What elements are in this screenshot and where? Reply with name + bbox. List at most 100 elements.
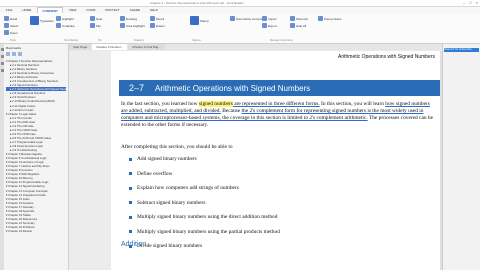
objectives-list: Add signed binary numbers Define overflow… [129, 156, 429, 258]
drawing-button[interactable]: Drawing [120, 16, 137, 21]
show-all-icon [290, 16, 295, 21]
bookmark-list: ▾ Chapter 2 Number Representations ▸ 2-1 … [6, 59, 66, 233]
ribbon-button-label: Export [268, 23, 277, 28]
ribbon-button-label: Note [96, 16, 103, 21]
hand-button[interactable]: Hand [4, 16, 17, 21]
bookmarks-panel: Bookmarks ▾ Chapter 2 Number Representat… [0, 44, 69, 270]
hide-all-button[interactable]: Hide All [290, 23, 306, 28]
bullet-square-icon [129, 186, 132, 190]
zoom-icon [4, 30, 9, 35]
objective-text: Subtract signed binary numbers [137, 199, 206, 206]
subsection-heading: Addition [121, 241, 147, 248]
objective-item: Multiply signed binary numbers using the… [129, 214, 429, 229]
export-button[interactable]: Export [262, 23, 277, 28]
ribbon-toolbar: Hand Select Zoom Typewriter Highlight Underli… [0, 13, 480, 44]
show-all-button[interactable]: Show All [290, 16, 308, 21]
objective-text: Add signed binary numbers [137, 156, 197, 162]
expand-icon[interactable] [6, 52, 10, 56]
objective-item: Explain how computers add strings of num… [129, 185, 429, 200]
pencil-button[interactable]: Pencil [150, 16, 164, 21]
section-header-band: 2–7 Arithmetic Operations with Signed Nu… [119, 80, 443, 96]
ribbon-button-label: Select [10, 23, 19, 28]
ribbon-group-label: Pin [98, 39, 102, 42]
paragraph-text: In the last section, you learned how [121, 101, 199, 107]
document-tab[interactable]: Start Page [69, 44, 92, 50]
title-bar: Chapter 2 - Number Representations and A… [0, 0, 480, 7]
document-viewport[interactable]: Arithmetic Operations with Signed Number… [69, 51, 443, 270]
objective-text: Explain how computers add strings of num… [137, 185, 239, 191]
help-hint: Press F1 for online help [444, 48, 479, 52]
bookmarks-toolbar [6, 52, 22, 56]
ribbon-group-label: Drawing [134, 39, 144, 42]
ribbon-button-label: Highlight [62, 16, 74, 21]
right-panel: Press F1 for online help [442, 44, 480, 270]
highlight-icon [56, 16, 61, 21]
objective-item: Add signed binary numbers [129, 156, 429, 171]
ribbon-button-label: Eraser [156, 23, 165, 28]
ribbon-button-label: Typewriter [40, 18, 54, 23]
pdf-page: Arithmetic Operations with Signed Number… [111, 51, 443, 270]
objective-text: Divide signed binary numbers [137, 243, 203, 249]
bookmarks-title: Bookmarks [6, 46, 22, 50]
file-icon [90, 23, 95, 28]
running-head: Arithmetic Operations with Signed Number… [338, 54, 435, 60]
hand-icon [4, 16, 9, 21]
zoom-button[interactable]: Zoom [4, 30, 18, 35]
popup-notes-button[interactable]: Popup Notes [318, 16, 341, 21]
note-icon [90, 16, 95, 21]
bookmark-item[interactable]: ▾ Chapter 23 Review [6, 229, 66, 233]
document-tab[interactable]: Chapter 2 Find Pag... [128, 44, 165, 50]
close-icon[interactable]: × [476, 0, 478, 6]
bullet-square-icon [129, 201, 132, 204]
ribbon-group-label: Tools [10, 39, 17, 42]
bookmark-icon[interactable] [0, 48, 4, 51]
ribbon-button-label: Hand [10, 16, 18, 21]
note-button[interactable]: Note [90, 16, 102, 21]
file-button[interactable]: File [90, 23, 101, 28]
area-highlight-button[interactable]: Area Highlight [120, 23, 145, 28]
stamp-icon [190, 16, 199, 25]
ribbon-button-label: Popup Notes [324, 16, 342, 21]
bullet-square-icon [129, 230, 132, 233]
pencil-icon [150, 16, 155, 21]
underline-button[interactable]: Underline [56, 23, 75, 28]
import-icon [262, 16, 267, 21]
objectives-intro: After completing this section, you shoul… [121, 144, 233, 150]
attachments-icon[interactable] [0, 69, 4, 72]
ribbon-button-label: Underline [62, 23, 75, 28]
section-title: Arithmetic Operations with Signed Number… [155, 84, 311, 93]
window-controls: – □ × [463, 0, 478, 6]
export-icon [262, 23, 267, 28]
objective-item: Define overflow [129, 171, 429, 186]
ribbon-button-label: Zoom [10, 30, 18, 35]
objective-item: Multiply signed binary numbers using the… [129, 229, 429, 244]
stamp-button[interactable]: Stamp [190, 16, 209, 25]
hide-all-icon [290, 23, 295, 28]
intro-paragraph: In the last section, you learned how sig… [121, 101, 435, 129]
eraser-button[interactable]: Eraser [150, 23, 165, 28]
objective-text: Multiply signed binary numbers using the… [137, 228, 280, 235]
area-highlight-icon [120, 23, 125, 28]
ribbon-button-label: Import [268, 16, 277, 21]
document-tab[interactable]: Chapter 2 Number... [92, 44, 128, 50]
minimize-icon[interactable]: – [463, 0, 465, 6]
ribbon-button-label: Drawing [126, 16, 138, 21]
underlined-text: are represented in three different forms… [232, 101, 320, 107]
layers-icon[interactable] [0, 62, 4, 65]
select-icon [4, 23, 9, 28]
import-button[interactable]: Import [262, 16, 277, 21]
delete-icon[interactable] [18, 52, 22, 56]
drawing-icon [120, 16, 125, 21]
typewriter-button[interactable]: Typewriter [30, 16, 54, 25]
popup-notes-icon [318, 16, 323, 21]
window-title: Chapter 2 - Number Representations and A… [150, 1, 244, 5]
objective-item: Divide signed binary numbers [129, 243, 429, 258]
ribbon-group-label: Stamps [192, 39, 201, 42]
maximize-icon[interactable]: □ [469, 0, 471, 6]
ribbon-button-label: Pencil [156, 16, 165, 21]
highlight-button[interactable]: Highlight [56, 16, 74, 21]
pages-icon[interactable] [0, 55, 4, 58]
underline-icon [56, 23, 61, 28]
collapse-icon[interactable] [12, 52, 16, 56]
select-button[interactable]: Select [4, 23, 18, 28]
